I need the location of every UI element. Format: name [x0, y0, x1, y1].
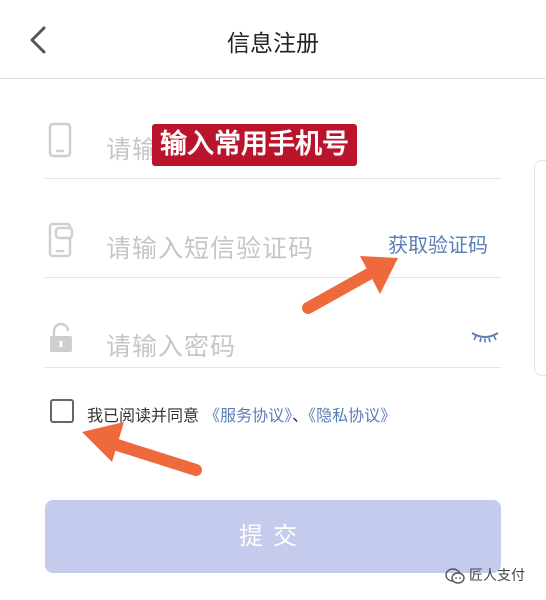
phone-icon: [48, 122, 72, 158]
phone-input[interactable]: 请输: [106, 130, 158, 166]
sms-field-divider: [45, 277, 501, 278]
page-title: 信息注册: [227, 31, 319, 57]
wechat-icon: [445, 568, 465, 584]
agreement-checkbox[interactable]: [50, 399, 74, 423]
phone-input-placeholder: 请输: [106, 135, 159, 164]
header-bar: 信息注册: [0, 0, 546, 79]
phone-instruction-label: 输入常用手机号: [152, 124, 357, 166]
side-panel-edge: [534, 160, 546, 376]
watermark: 匠人支付: [445, 565, 525, 585]
sms-code-input[interactable]: 请输入短信验证码: [106, 229, 314, 265]
watermark-text: 匠人支付: [469, 568, 525, 584]
submit-button[interactable]: 提交: [45, 500, 501, 573]
service-agreement-link[interactable]: 《服务协议》: [204, 406, 292, 425]
password-input[interactable]: 请输入密码: [106, 327, 236, 363]
sms-code-placeholder: 请输入短信验证码: [106, 234, 315, 263]
eye-closed-icon[interactable]: [470, 330, 500, 344]
privacy-agreement-link[interactable]: 《隐私协议》: [308, 406, 396, 425]
lock-icon: [50, 322, 72, 352]
password-placeholder: 请输入密码: [106, 332, 237, 361]
annotation-arrow-checkbox: [82, 422, 202, 476]
agreement-separator: 、: [292, 406, 309, 425]
annotation-arrow-get-code: [302, 256, 398, 314]
sms-phone-icon: [48, 222, 74, 258]
password-field-divider: [45, 367, 501, 368]
phone-field-divider: [45, 178, 501, 179]
